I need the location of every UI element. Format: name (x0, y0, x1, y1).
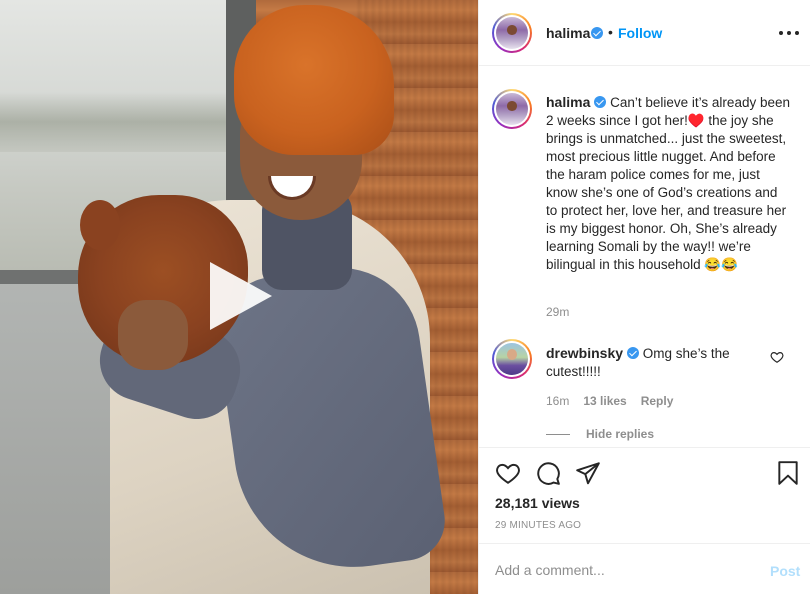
comment-text: drewbinsky Omg she’s the cutest!!!!! (546, 344, 756, 381)
post-comment-button[interactable]: Post (770, 563, 800, 579)
comment-input[interactable] (495, 558, 755, 582)
post-media-video[interactable] (0, 0, 478, 594)
more-options-icon[interactable] (779, 26, 799, 40)
reply-button[interactable]: Reply (641, 394, 674, 408)
heart-icon[interactable] (495, 460, 521, 486)
hide-replies-button[interactable]: Hide replies (546, 427, 654, 441)
caption-body: Can’t believe it’s already been 2 weeks … (546, 95, 790, 272)
view-count[interactable]: 28,181 views (495, 495, 580, 511)
post-side-panel: halima • Follow halima Can’t believe it’… (478, 0, 810, 594)
caption-timestamp[interactable]: 29m (546, 305, 569, 319)
play-icon[interactable] (210, 262, 272, 330)
comment-like-heart-icon[interactable] (770, 350, 784, 364)
commenter-username[interactable]: drewbinsky (546, 345, 623, 361)
caption-avatar[interactable] (492, 89, 532, 129)
follow-button[interactable]: Follow (618, 25, 662, 41)
commenter-avatar[interactable] (492, 339, 532, 379)
window-trees (0, 92, 226, 152)
comment-meta: 16m 13 likes Reply (546, 394, 673, 408)
comments-section[interactable]: halima Can’t believe it’s already been 2… (479, 67, 810, 447)
caption-username[interactable]: halima (546, 94, 590, 110)
author-avatar[interactable] (492, 13, 532, 53)
person-headwrap (234, 5, 394, 155)
comment-likes-count[interactable]: 13 likes (583, 394, 626, 408)
puppy-ear (80, 200, 120, 250)
separator-dot: • (608, 24, 613, 40)
add-comment-bar: Post (479, 543, 810, 594)
caption-text: halima Can’t believe it’s already been 2… (546, 93, 792, 274)
author-username[interactable]: halima (546, 25, 590, 41)
post-actions: 28,181 views 29 MINUTES AGO (479, 447, 810, 543)
verified-badge-icon (591, 27, 603, 39)
post-header: halima • Follow (479, 0, 810, 66)
hide-replies-label: Hide replies (586, 427, 655, 441)
comment-timestamp[interactable]: 16m (546, 394, 569, 408)
person-hand (118, 300, 188, 370)
paper-plane-icon[interactable] (575, 460, 601, 486)
bookmark-icon[interactable] (775, 460, 801, 486)
verified-badge-icon (627, 347, 640, 359)
post-timestamp[interactable]: 29 MINUTES AGO (495, 520, 581, 531)
verified-badge-icon (594, 96, 607, 108)
comment-icon[interactable] (535, 460, 561, 486)
replies-divider-line (546, 433, 570, 435)
